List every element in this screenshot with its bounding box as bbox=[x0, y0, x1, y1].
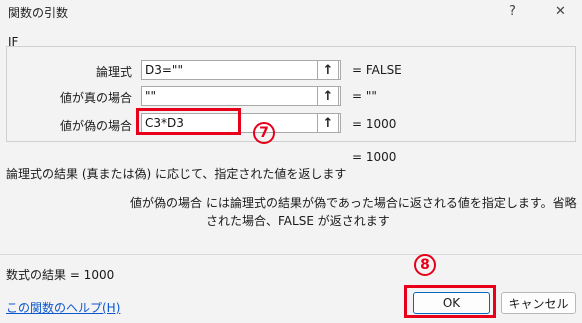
step-8-marker: 8 bbox=[414, 254, 436, 276]
arrow-up-icon: ↑ bbox=[322, 62, 334, 78]
value-if-true-value: "" bbox=[145, 89, 157, 103]
cancel-button[interactable]: キャンセル bbox=[501, 292, 576, 314]
arrow-up-icon: ↑ bbox=[322, 115, 334, 131]
formula-result: 数式の結果 = 1000 bbox=[6, 268, 115, 282]
value-if-true-input[interactable]: "" bbox=[141, 86, 341, 106]
highlight-value-if-false bbox=[136, 108, 241, 135]
logical-test-value: D3="" bbox=[145, 63, 183, 77]
window-title: 関数の引数 bbox=[8, 6, 69, 20]
arg-result-2: = "" bbox=[352, 89, 377, 103]
arg-result-1: = FALSE bbox=[352, 63, 402, 77]
arrow-up-icon: ↑ bbox=[322, 88, 334, 104]
collapse-dialog-button-2[interactable]: ↑ bbox=[317, 86, 339, 106]
close-button[interactable]: ✕ bbox=[555, 4, 566, 20]
arg-label-value-if-true: 値が真の場合 bbox=[59, 91, 132, 105]
arg-label-logical-test: 論理式 bbox=[95, 65, 132, 79]
argument-help-text: には論理式の結果が偽であった場合に返される値を指定します。省略された場合、FAL… bbox=[206, 196, 577, 228]
separator bbox=[0, 254, 582, 255]
function-help-link[interactable]: この関数のヘルプ(H) bbox=[6, 299, 120, 316]
argument-help-name: 値が偽の場合 bbox=[129, 196, 202, 210]
collapse-dialog-button-1[interactable]: ↑ bbox=[317, 60, 339, 80]
collapse-dialog-button-3[interactable]: ↑ bbox=[317, 113, 339, 133]
step-7-marker: 7 bbox=[253, 122, 275, 144]
argument-help: 値が偽の場合 には論理式の結果が偽であった場合に返される値を指定します。省略され… bbox=[118, 194, 578, 230]
help-button[interactable]: ? bbox=[509, 4, 516, 20]
logical-test-input[interactable]: D3="" bbox=[141, 60, 341, 80]
arg-result-3: = 1000 bbox=[352, 117, 397, 131]
arg-label-value-if-false: 値が偽の場合 bbox=[59, 119, 132, 133]
ok-button[interactable]: OK bbox=[413, 292, 490, 314]
overall-result: = 1000 bbox=[352, 150, 397, 164]
function-description: 論理式の結果 (真または偽) に応じて、指定された値を返します bbox=[6, 167, 347, 181]
